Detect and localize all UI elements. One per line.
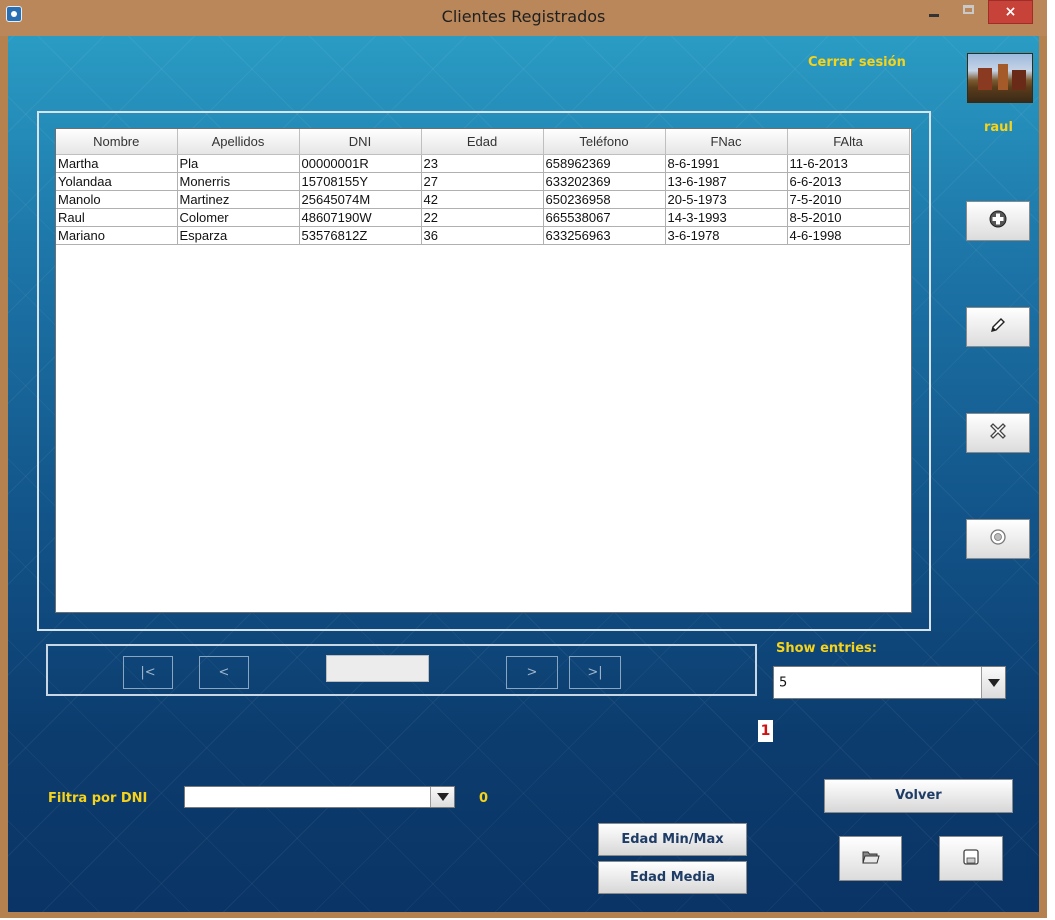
main-panel: Cerrar sesión raul Nombre Apellidos DNI … [8,36,1039,912]
table-row[interactable]: Raul Colomer 48607190W 22 665538067 14-3… [56,208,910,227]
close-button[interactable]: × [988,0,1033,24]
table-cell: 27 [421,172,544,191]
minimize-button[interactable] [920,0,948,24]
table-cell: 00000001R [299,154,422,173]
table-cell: 3-6-1978 [665,226,788,245]
column-header-edad[interactable]: Edad [421,129,544,155]
entries-select[interactable]: 5 [773,666,1006,699]
table-cell: 48607190W [299,208,422,227]
table-cell: Esparza [177,226,300,245]
title-bar: Clientes Registrados × [0,0,1047,36]
table-cell: Colomer [177,208,300,227]
show-entries-label: Show entries: [776,641,877,656]
table-row[interactable]: Manolo Martinez 25645074M 42 650236958 2… [56,190,910,209]
table-cell: 7-5-2010 [787,190,910,209]
table-cell: 23 [421,154,544,173]
column-header-nombre[interactable]: Nombre [56,129,178,155]
table-header-row: Nombre Apellidos DNI Edad Teléfono FNac … [56,129,910,155]
table-row[interactable]: Yolandaa Monerris 15708155Y 27 633202369… [56,172,910,191]
delete-client-button[interactable] [966,413,1030,453]
table-cell: 665538067 [543,208,666,227]
table-cell: 633256963 [543,226,666,245]
open-file-button[interactable] [839,836,902,881]
user-avatar [967,53,1033,103]
table-cell: Manolo [56,190,178,209]
table-cell: 11-6-2013 [787,154,910,173]
table-cell: 8-6-1991 [665,154,788,173]
table-cell: 633202369 [543,172,666,191]
table-cell: 20-5-1973 [665,190,788,209]
table-cell: 42 [421,190,544,209]
prev-page-button[interactable]: < [199,656,249,689]
last-page-button[interactable]: >| [569,656,621,689]
column-header-falta[interactable]: FAlta [787,129,910,155]
logout-link[interactable]: Cerrar sesión [808,55,906,70]
current-page-number: 1 [758,720,773,742]
table-cell: 53576812Z [299,226,422,245]
folder-icon [861,849,880,869]
plus-icon [989,210,1007,232]
table-cell: Yolandaa [56,172,178,191]
edit-client-button[interactable] [966,307,1030,347]
table-cell: Raul [56,208,178,227]
table-cell: Monerris [177,172,300,191]
save-file-button[interactable] [939,836,1003,881]
next-page-button[interactable]: > [506,656,558,689]
dni-filter-select[interactable] [184,786,455,808]
column-header-apellidos[interactable]: Apellidos [177,129,300,155]
page-input[interactable] [326,655,429,682]
table-cell: 22 [421,208,544,227]
filter-count: 0 [479,791,489,806]
x-icon [988,421,1008,445]
table-cell: 15708155Y [299,172,422,191]
app-window: Clientes Registrados × Cerrar sesión rau… [0,0,1047,918]
table-cell: 6-6-2013 [787,172,910,191]
table-cell: Martinez [177,190,300,209]
username-label: raul [984,120,1013,135]
info-icon [990,529,1006,549]
table-cell: 658962369 [543,154,666,173]
chevron-down-icon [430,787,454,807]
table-cell: 25645074M [299,190,422,209]
maximize-button[interactable] [955,0,983,24]
save-icon [963,848,979,869]
table-cell: 36 [421,226,544,245]
entries-value: 5 [779,675,788,690]
info-client-button[interactable] [966,519,1030,559]
table-cell: 13-6-1987 [665,172,788,191]
pencil-icon [989,316,1007,338]
column-header-dni[interactable]: DNI [299,129,422,155]
table-row[interactable]: Mariano Esparza 53576812Z 36 633256963 3… [56,226,910,245]
table-cell: 4-6-1998 [787,226,910,245]
volver-button[interactable]: Volver [824,779,1013,813]
table-cell: 650236958 [543,190,666,209]
column-header-fnac[interactable]: FNac [665,129,788,155]
chevron-down-icon [981,667,1005,698]
table-cell: Mariano [56,226,178,245]
table-row[interactable]: Martha Pla 00000001R 23 658962369 8-6-19… [56,154,910,173]
table-cell: 8-5-2010 [787,208,910,227]
clients-table[interactable]: Nombre Apellidos DNI Edad Teléfono FNac … [55,128,912,613]
column-header-telefono[interactable]: Teléfono [543,129,666,155]
filter-dni-label: Filtra por DNI [48,791,148,806]
table-cell: Pla [177,154,300,173]
edad-min-max-button[interactable]: Edad Min/Max [598,823,747,856]
table-cell: Martha [56,154,178,173]
window-title: Clientes Registrados [441,7,606,26]
first-page-button[interactable]: |< [123,656,173,689]
edad-media-button[interactable]: Edad Media [598,861,747,894]
table-cell: 14-3-1993 [665,208,788,227]
add-client-button[interactable] [966,201,1030,241]
